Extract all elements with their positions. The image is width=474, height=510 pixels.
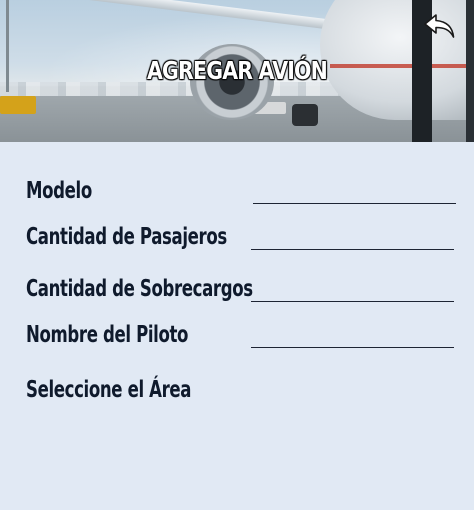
flight-attendant-count-label: Cantidad de Sobrecargos (26, 276, 253, 302)
pilot-name-label: Nombre del Piloto (26, 322, 189, 348)
banner-landing-gear (292, 104, 318, 126)
passenger-count-input[interactable] (251, 230, 454, 250)
header-banner: AGREGAR AVIÓN (0, 0, 474, 142)
flight-attendant-count-input[interactable] (251, 282, 454, 302)
back-button[interactable] (422, 12, 458, 42)
model-label: Modelo (26, 178, 92, 204)
model-input[interactable] (253, 184, 456, 204)
back-arrow-icon (424, 14, 455, 38)
select-area-label: Seleccione el Área (26, 377, 192, 403)
page-title: AGREGAR AVIÓN (147, 56, 328, 85)
banner-light-pole (6, 0, 9, 92)
passenger-count-label: Cantidad de Pasajeros (26, 224, 227, 250)
banner-ground-vehicle (0, 96, 36, 114)
banner-window-frame (466, 0, 474, 142)
pilot-name-input[interactable] (251, 328, 454, 348)
